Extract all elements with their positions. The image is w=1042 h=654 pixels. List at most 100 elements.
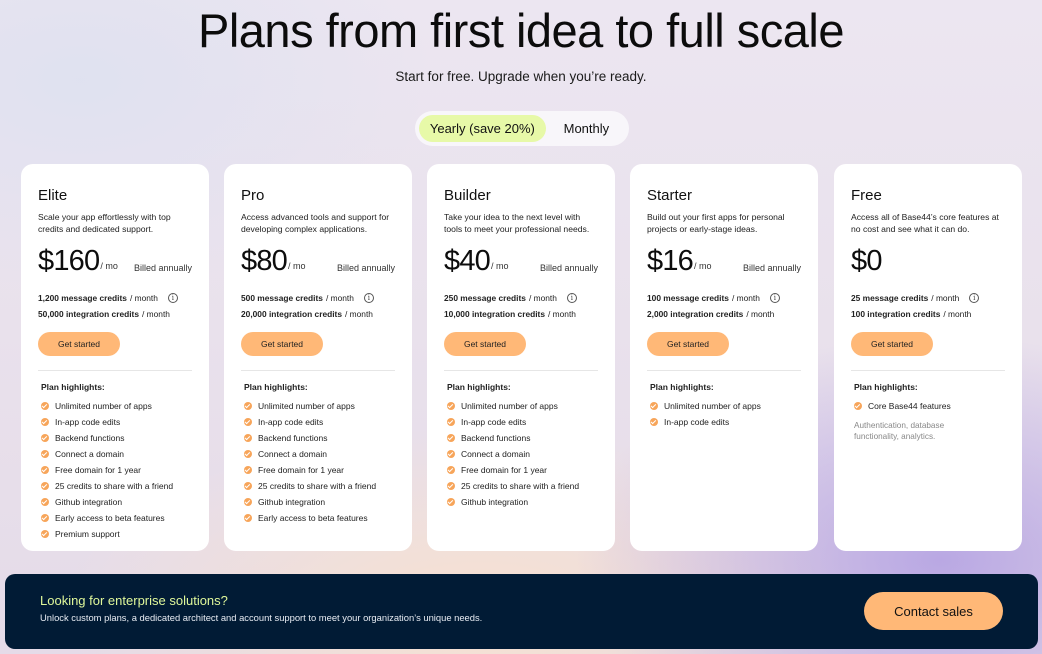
divider: [647, 370, 801, 371]
plan-description: Access all of Base44’s core features at …: [851, 212, 999, 234]
highlights-title: Plan highlights:: [650, 382, 714, 392]
feature-list: Unlimited number of apps In-app code edi…: [447, 398, 598, 510]
credits: 1,200 message credits / month i 50,000 i…: [38, 290, 192, 322]
price-row: $80 / mo Billed annually: [241, 242, 395, 276]
message-credits-line: 500 message credits / month i: [241, 290, 395, 306]
check-icon: [244, 482, 252, 490]
info-icon[interactable]: i: [167, 293, 178, 303]
plan-price: $0: [851, 245, 882, 277]
enterprise-banner: Looking for enterprise solutions? Unlock…: [5, 574, 1038, 649]
credits-unit: / month: [142, 309, 170, 319]
feature-list: Core Base44 features Authentication, dat…: [854, 398, 1005, 442]
price-period: / mo: [288, 261, 306, 271]
yearly-toggle-option[interactable]: Yearly (save 20%): [419, 115, 546, 142]
check-icon: [244, 418, 252, 426]
feature-item: Core Base44 features: [854, 398, 1005, 414]
check-icon: [41, 530, 49, 538]
get-started-button[interactable]: Get started: [38, 332, 120, 356]
billing-note: Billed annually: [539, 263, 598, 273]
price-row: $16 / mo Billed annually: [647, 242, 801, 276]
feature-item: Unlimited number of apps: [244, 398, 395, 414]
get-started-button[interactable]: Get started: [851, 332, 933, 356]
highlights-title: Plan highlights:: [41, 382, 105, 392]
billing-note: Billed annually: [133, 263, 192, 273]
plan-card-free: Free Access all of Base44’s core feature…: [834, 164, 1022, 551]
credits-unit: / month: [731, 293, 760, 303]
highlights-title: Plan highlights:: [854, 382, 918, 392]
check-icon: [447, 466, 455, 474]
divider: [444, 370, 598, 371]
get-started-button[interactable]: Get started: [241, 332, 323, 356]
highlights-title: Plan highlights:: [447, 382, 511, 392]
credits: 500 message credits / month i 20,000 int…: [241, 290, 395, 322]
feature-item: 25 credits to share with a friend: [41, 478, 192, 494]
divider: [38, 370, 192, 371]
contact-sales-button[interactable]: Contact sales: [864, 592, 1003, 630]
info-icon[interactable]: i: [969, 293, 980, 303]
check-icon: [41, 466, 49, 474]
enterprise-title: Looking for enterprise solutions?: [40, 593, 228, 608]
credits-unit: / month: [746, 309, 775, 319]
credits-unit: / month: [345, 309, 373, 319]
get-started-button[interactable]: Get started: [444, 332, 526, 356]
feature-item: Early access to beta features: [244, 510, 395, 526]
divider: [241, 370, 395, 371]
price-period: / mo: [100, 261, 118, 271]
check-icon: [854, 402, 862, 410]
divider: [851, 370, 1005, 371]
integration-credits: 10,000 integration credits: [444, 309, 546, 319]
feature-item: Backend functions: [447, 430, 598, 446]
feature-item: Premium support: [41, 526, 192, 542]
feature-item: 25 credits to share with a friend: [244, 478, 395, 494]
check-icon: [244, 514, 252, 522]
message-credits: 100 message credits: [647, 293, 729, 303]
plan-description: Access advanced tools and support for de…: [241, 212, 390, 234]
check-icon: [244, 434, 252, 442]
check-icon: [244, 402, 252, 410]
check-icon: [41, 482, 49, 490]
message-credits-line: 100 message credits / month i: [647, 290, 801, 306]
info-icon[interactable]: i: [566, 293, 577, 303]
info-icon[interactable]: i: [769, 293, 780, 303]
credits-unit: / month: [325, 293, 354, 303]
integration-credits-line: 100 integration credits / month: [851, 306, 1005, 322]
check-icon: [41, 514, 49, 522]
check-icon: [447, 402, 455, 410]
plan-name: Pro: [241, 187, 265, 204]
plan-price: $40: [444, 245, 491, 277]
plan-description: Scale your app effortlessly with top cre…: [38, 212, 171, 234]
plan-name: Starter: [647, 187, 693, 204]
feature-item: In-app code edits: [447, 414, 598, 430]
enterprise-description: Unlock custom plans, a dedicated archite…: [40, 612, 483, 623]
info-icon[interactable]: i: [363, 293, 374, 303]
feature-item: Backend functions: [41, 430, 192, 446]
message-credits: 250 message credits: [444, 293, 526, 303]
plan-price: $160: [38, 245, 100, 277]
price-row: $0: [851, 242, 1005, 276]
plan-card-pro: Pro Access advanced tools and support fo…: [224, 164, 412, 551]
credits-unit: / month: [129, 293, 158, 303]
check-icon: [447, 418, 455, 426]
feature-item: Unlimited number of apps: [41, 398, 192, 414]
feature-item: Github integration: [41, 494, 192, 510]
billing-note: Billed annually: [742, 263, 801, 273]
price-period: / mo: [694, 261, 712, 271]
message-credits: 500 message credits: [241, 293, 323, 303]
integration-credits: 2,000 integration credits: [647, 309, 744, 319]
plan-price: $80: [241, 245, 288, 277]
integration-credits: 50,000 integration credits: [38, 309, 140, 319]
feature-item: Unlimited number of apps: [650, 398, 801, 414]
credits: 25 message credits / month i 100 integra…: [851, 290, 1005, 322]
feature-item: Unlimited number of apps: [447, 398, 598, 414]
monthly-toggle-option[interactable]: Monthly: [548, 115, 625, 142]
check-icon: [650, 402, 658, 410]
integration-credits-line: 20,000 integration credits / month: [241, 306, 395, 322]
billing-note: Billed annually: [336, 263, 395, 273]
feature-note: Authentication, database functionality, …: [854, 421, 945, 441]
message-credits: 1,200 message credits: [38, 293, 127, 303]
feature-item: Connect a domain: [244, 446, 395, 462]
plan-description: Build out your first apps for personal p…: [647, 212, 785, 234]
get-started-button[interactable]: Get started: [647, 332, 729, 356]
plan-name: Free: [851, 187, 882, 204]
message-credits-line: 250 message credits / month i: [444, 290, 598, 306]
